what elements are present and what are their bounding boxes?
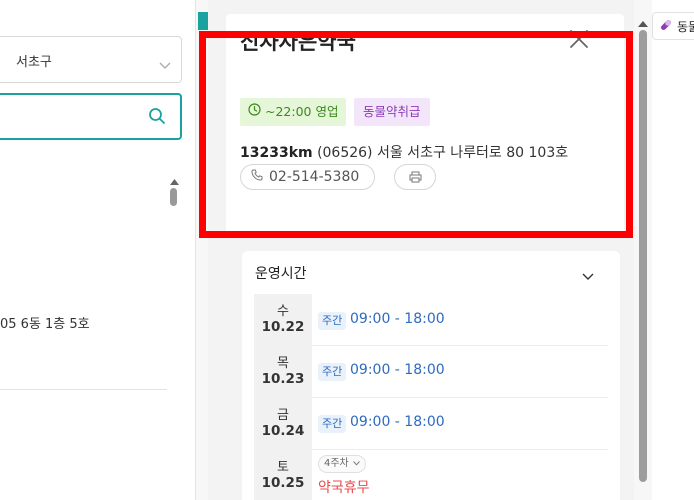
scroll-up-arrow-icon[interactable] bbox=[170, 170, 179, 189]
search-icon[interactable] bbox=[148, 107, 166, 129]
filter-chip-label: 동물 bbox=[677, 19, 694, 34]
list-item-address: 05 6동 1층 5호 bbox=[0, 317, 90, 332]
date-label: 10.25 bbox=[261, 475, 305, 491]
closed-status: 약국휴무 bbox=[318, 480, 370, 496]
pill-icon bbox=[659, 18, 673, 35]
hours-time: 09:00 - 18:00 bbox=[350, 311, 445, 327]
pharmacy-name: 신사자은약국 bbox=[240, 30, 356, 54]
weekday-label: 수 bbox=[277, 304, 289, 319]
weekday-label: 토 bbox=[277, 460, 289, 475]
pharmacy-list-panel: 서초구 05 6동 1층 5호 bbox=[0, 0, 196, 500]
operating-hours-card: 운영시간 수 10.22 주간 09:00 - 18:00 목 10.23 주간… bbox=[242, 251, 620, 500]
date-label: 10.22 bbox=[261, 319, 305, 335]
weekday-label: 목 bbox=[277, 356, 289, 371]
list-divider bbox=[0, 389, 167, 390]
phone-number: 02-514-5380 bbox=[269, 169, 360, 185]
weekday-label: 금 bbox=[277, 408, 289, 423]
chevron-down-icon[interactable] bbox=[582, 266, 594, 285]
phone-icon bbox=[251, 169, 263, 185]
distance-value: 13233km bbox=[240, 145, 313, 161]
pharmacy-detail-panel: 신사자은약국 ~22:00 영업 동물약취급 13233km (06526) 서… bbox=[208, 0, 634, 500]
week-label: 4주차 bbox=[324, 458, 349, 469]
row-divider bbox=[312, 345, 608, 346]
panel-gap bbox=[196, 0, 208, 500]
week-selector[interactable]: 4주차 bbox=[318, 455, 366, 473]
day-cell: 금 10.24 bbox=[254, 398, 312, 450]
day-cell: 수 10.22 bbox=[254, 294, 312, 346]
day-cell: 토 10.25 bbox=[254, 450, 312, 500]
print-button[interactable] bbox=[394, 164, 436, 190]
district-select-value: 서초구 bbox=[16, 55, 52, 70]
detail-scrollbar[interactable] bbox=[634, 0, 652, 500]
next-panel bbox=[652, 0, 694, 500]
list-scrollbar-thumb[interactable] bbox=[170, 188, 177, 206]
chevron-down-icon bbox=[159, 55, 171, 74]
daytime-badge: 주간 bbox=[318, 312, 347, 330]
row-divider bbox=[312, 397, 608, 398]
search-input[interactable] bbox=[0, 93, 182, 140]
daytime-badge: 주간 bbox=[318, 363, 347, 381]
date-label: 10.24 bbox=[261, 423, 305, 439]
operating-hours-title: 운영시간 bbox=[255, 266, 307, 282]
address-text: (06526) 서울 서초구 나루터로 80 103호 bbox=[317, 145, 569, 161]
daytime-badge: 주간 bbox=[318, 415, 347, 433]
close-icon[interactable] bbox=[570, 30, 588, 52]
scroll-up-arrow-icon[interactable] bbox=[638, 12, 648, 31]
open-hours-badge: ~22:00 영업 bbox=[240, 98, 347, 126]
hours-time: 09:00 - 18:00 bbox=[350, 414, 445, 430]
date-label: 10.23 bbox=[261, 371, 305, 387]
detail-scrollbar-thumb[interactable] bbox=[639, 30, 647, 482]
hours-time: 09:00 - 18:00 bbox=[350, 362, 445, 378]
district-select[interactable]: 서초구 bbox=[0, 36, 182, 83]
chevron-down-icon bbox=[352, 456, 360, 472]
phone-button[interactable]: 02-514-5380 bbox=[240, 164, 375, 190]
clock-icon bbox=[248, 98, 261, 126]
pet-medicine-filter-chip[interactable]: 동물 bbox=[652, 12, 694, 40]
day-cell: 목 10.23 bbox=[254, 346, 312, 398]
printer-icon bbox=[409, 168, 422, 187]
pet-medicine-badge: 동물약취급 bbox=[354, 98, 430, 126]
pharmacy-address: 13233km (06526) 서울 서초구 나루터로 80 103호 bbox=[240, 142, 568, 162]
open-hours-text: ~22:00 영업 bbox=[265, 104, 339, 119]
row-divider bbox=[312, 449, 608, 450]
